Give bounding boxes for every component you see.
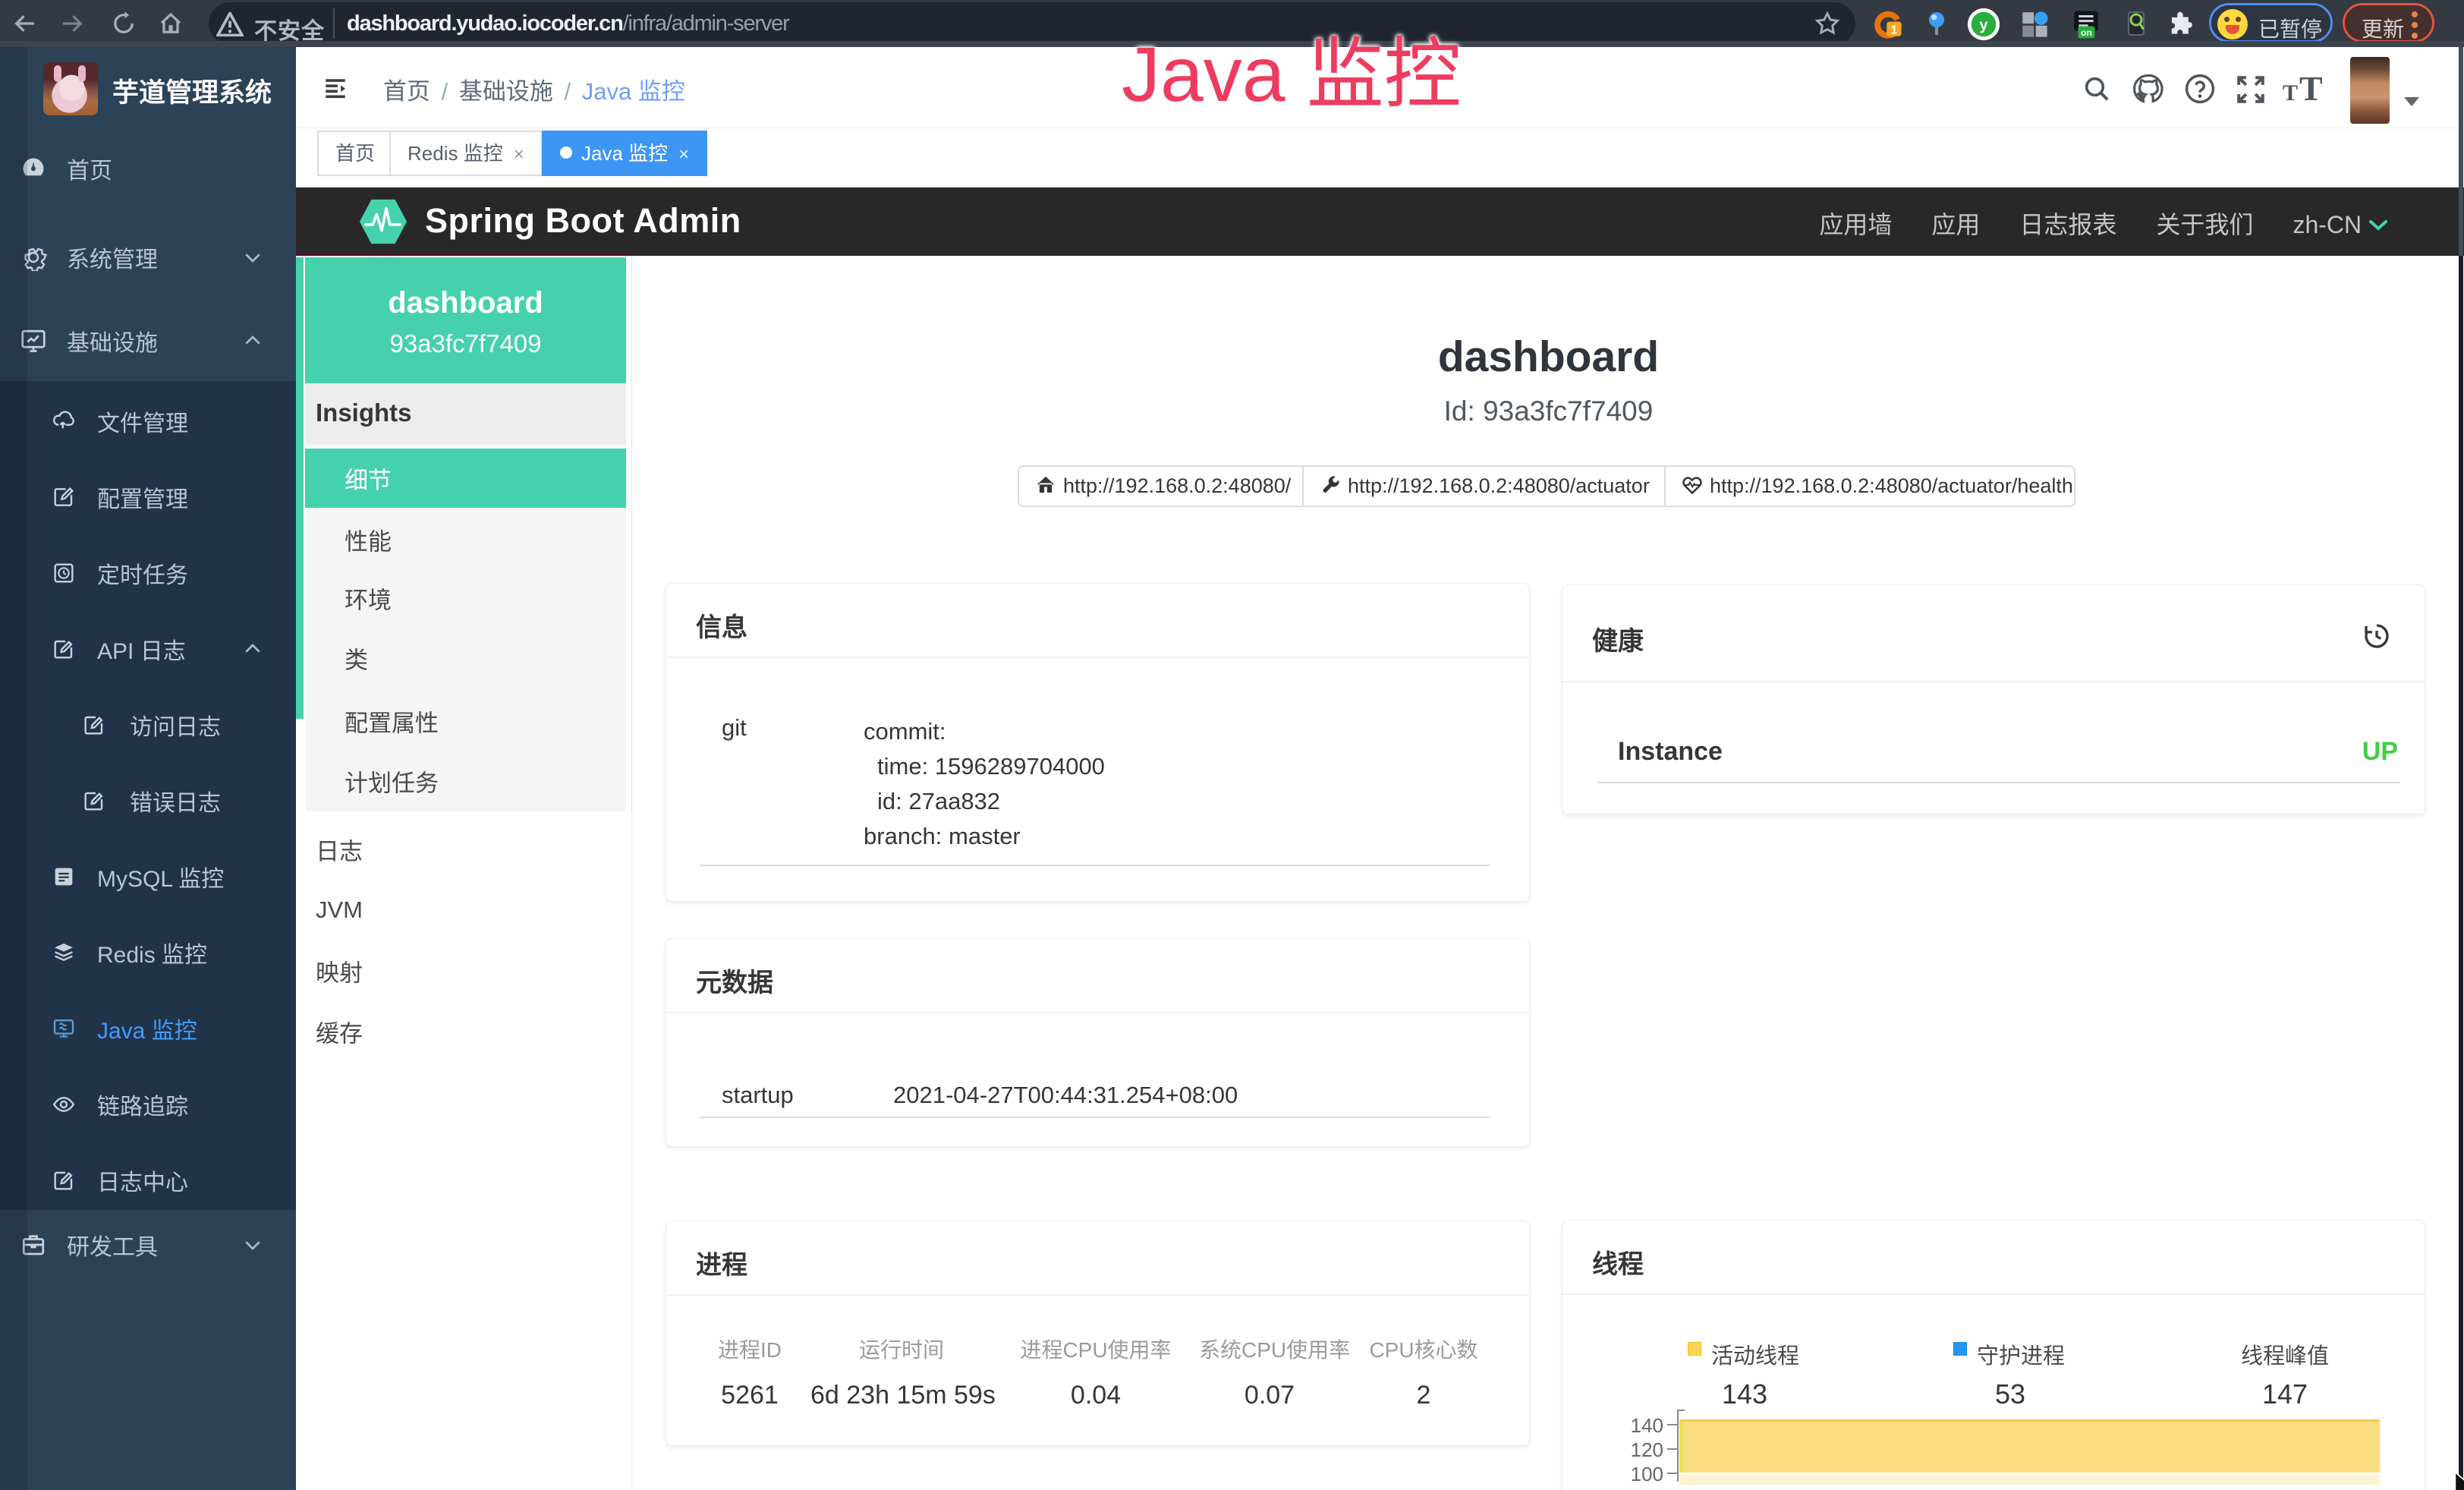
svg-text:y: y [1979,17,1988,34]
svg-text:1: 1 [1890,24,1897,36]
svg-text:on: on [2081,27,2092,38]
